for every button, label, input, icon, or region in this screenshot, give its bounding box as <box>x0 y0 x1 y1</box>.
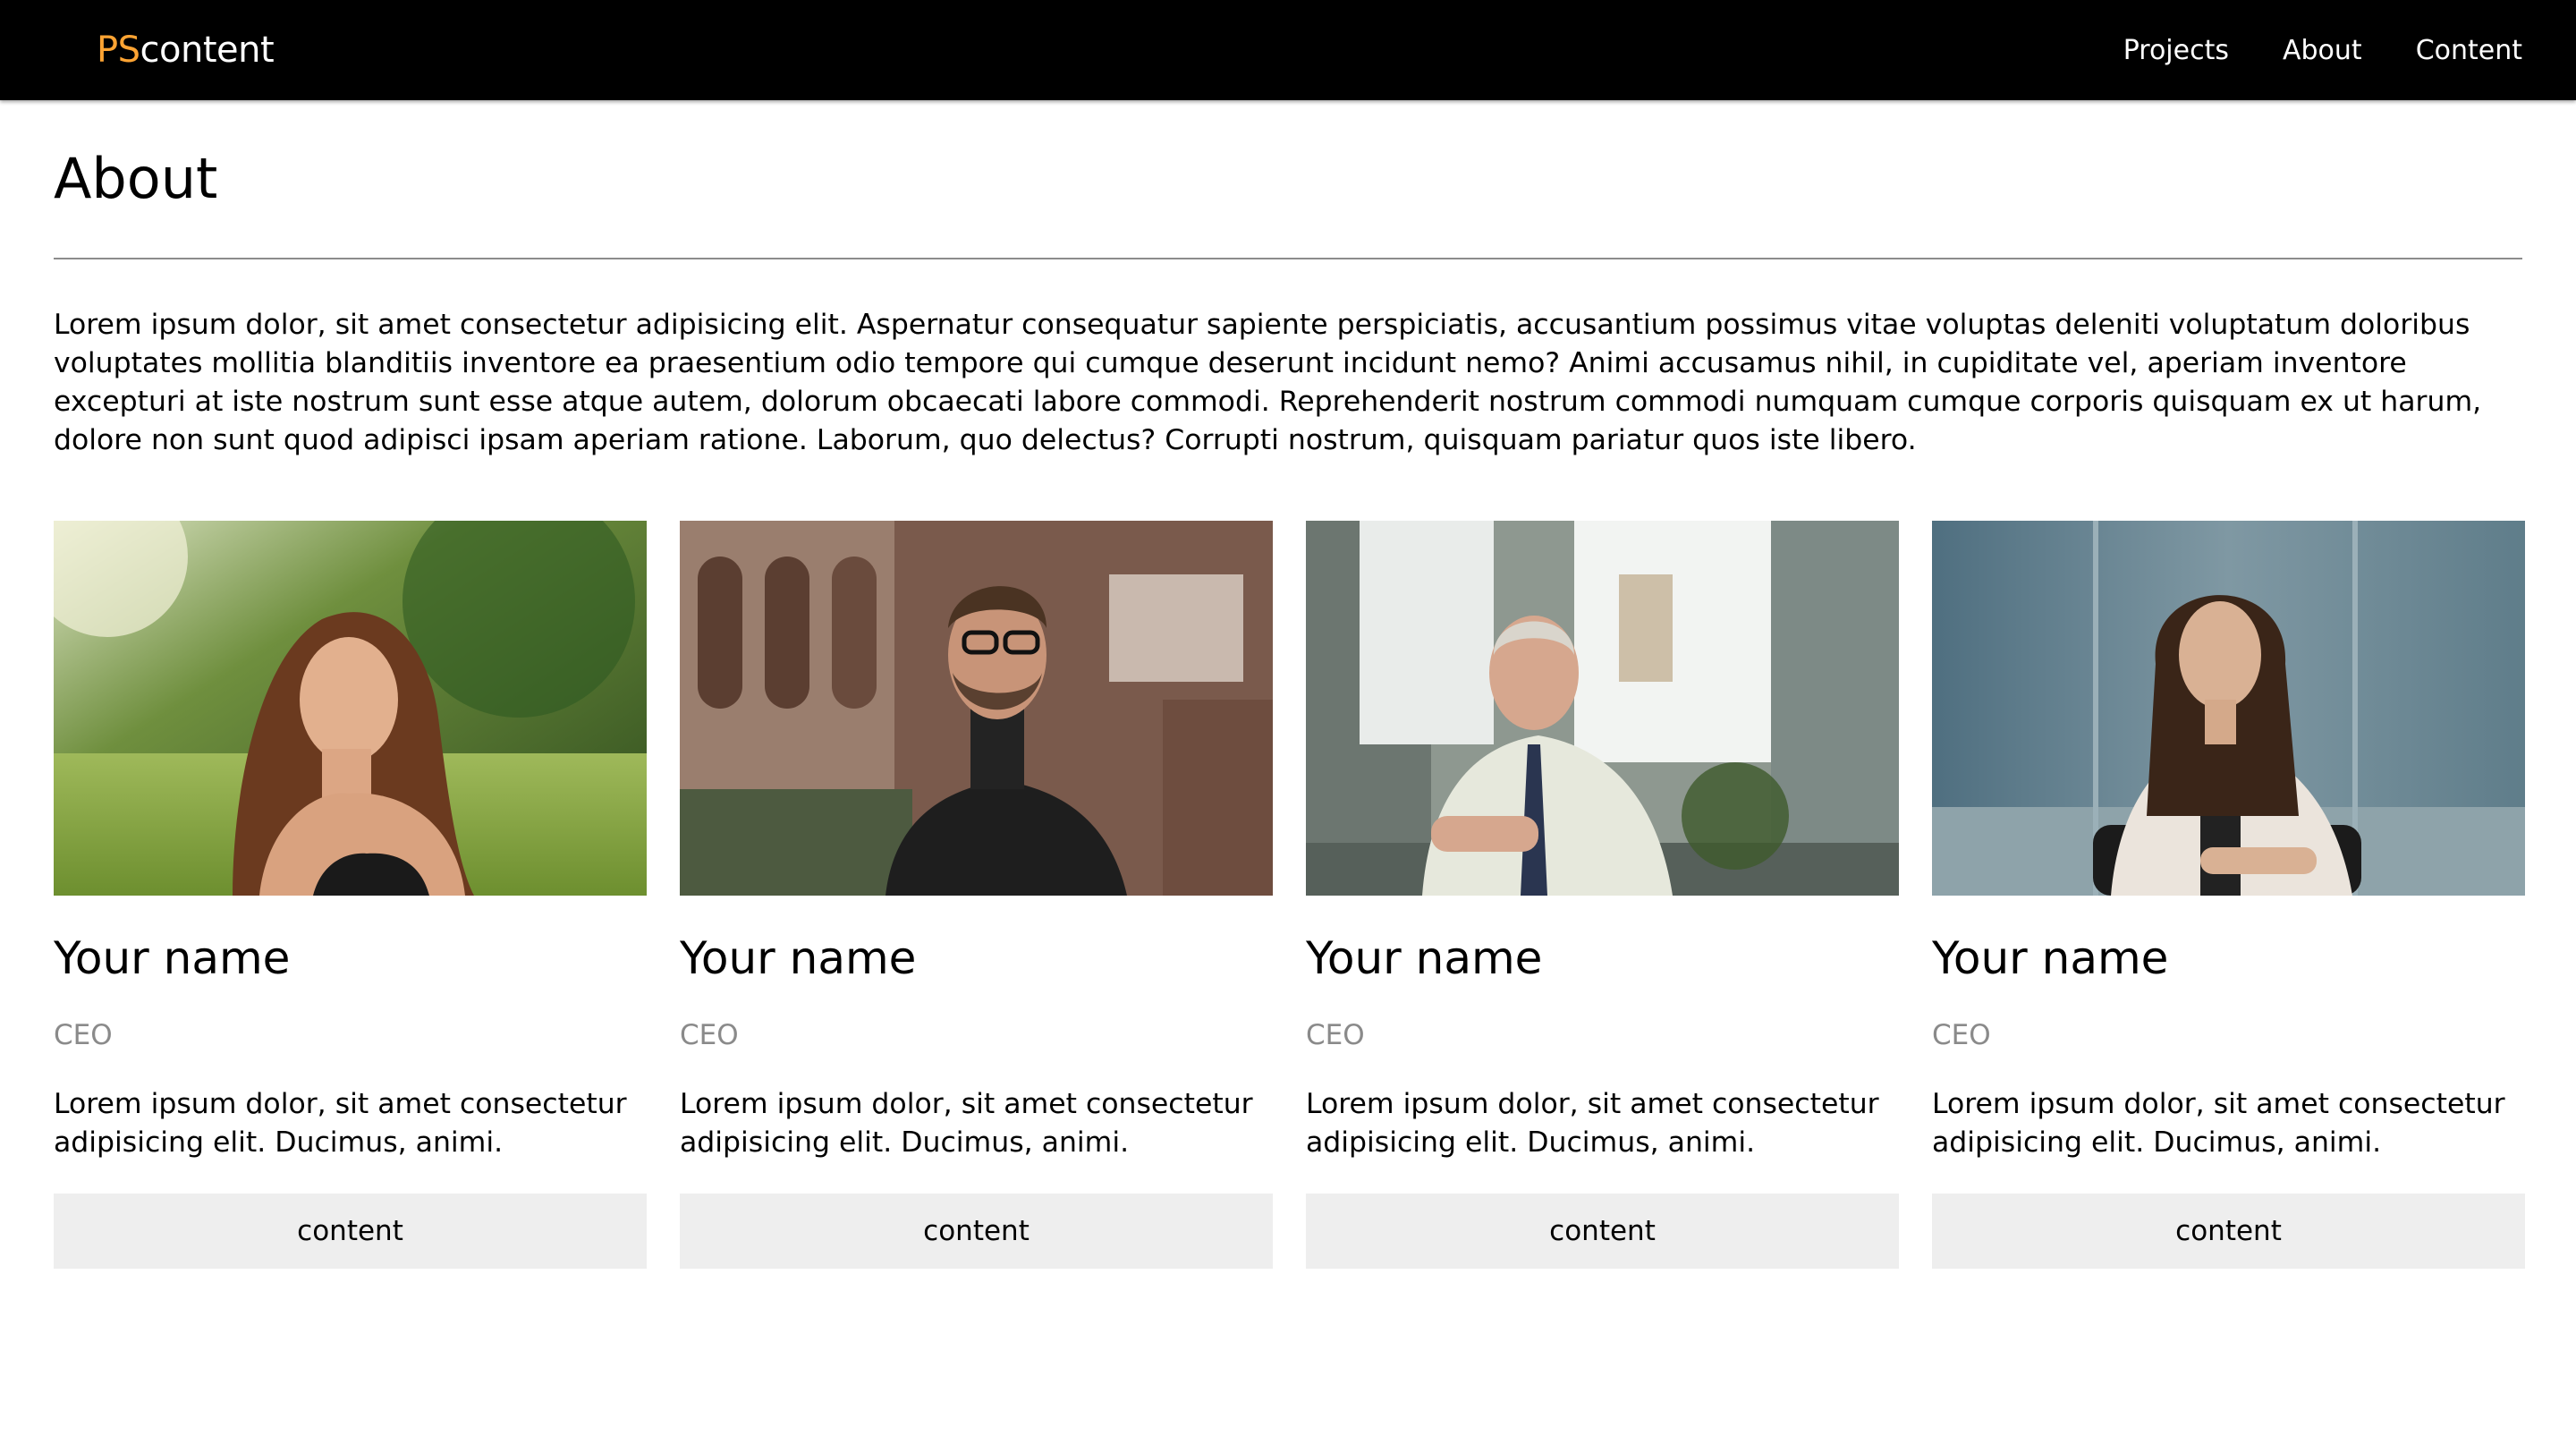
member-bio: Lorem ipsum dolor, sit amet consectetur … <box>680 1088 1253 1159</box>
content-button[interactable]: content <box>1306 1194 1899 1269</box>
nav-link-content[interactable]: Content <box>2416 35 2522 66</box>
team-card: Your name CEO Lorem ipsum dolor, sit ame… <box>680 521 1273 1269</box>
member-bio: Lorem ipsum dolor, sit amet consectetur … <box>54 1088 627 1159</box>
content-button[interactable]: content <box>1932 1194 2525 1269</box>
nav-links: Projects About Content <box>2123 35 2522 66</box>
brand-accent: PS <box>97 30 140 71</box>
member-name: Your name <box>680 932 917 984</box>
member-name: Your name <box>1306 932 1543 984</box>
member-name: Your name <box>1932 932 2169 984</box>
page-title: About <box>54 146 218 211</box>
team-photo <box>1306 521 1899 896</box>
team-photo <box>1932 521 2525 896</box>
top-navbar: PScontent Projects About Content <box>0 0 2576 100</box>
member-role: CEO <box>1306 1019 1365 1051</box>
title-divider <box>54 258 2522 259</box>
member-role: CEO <box>680 1019 739 1051</box>
member-role: CEO <box>1932 1019 1991 1051</box>
member-bio: Lorem ipsum dolor, sit amet consectetur … <box>1306 1088 1879 1159</box>
brand-text: content <box>140 30 275 71</box>
team-card: Your name CEO Lorem ipsum dolor, sit ame… <box>1306 521 1899 1269</box>
team-grid: Your name CEO Lorem ipsum dolor, sit ame… <box>54 521 2525 1269</box>
content-button[interactable]: content <box>680 1194 1273 1269</box>
nav-link-projects[interactable]: Projects <box>2123 35 2229 66</box>
content-button[interactable]: content <box>54 1194 647 1269</box>
member-name: Your name <box>54 932 291 984</box>
main-content: About Lorem ipsum dolor, sit amet consec… <box>54 100 2525 1269</box>
team-photo <box>54 521 647 896</box>
brand-logo[interactable]: PScontent <box>97 30 275 71</box>
team-photo <box>680 521 1273 896</box>
team-card: Your name CEO Lorem ipsum dolor, sit ame… <box>54 521 647 1269</box>
member-role: CEO <box>54 1019 113 1051</box>
nav-link-about[interactable]: About <box>2283 35 2362 66</box>
intro-paragraph: Lorem ipsum dolor, sit amet consectetur … <box>54 309 2482 456</box>
team-card: Your name CEO Lorem ipsum dolor, sit ame… <box>1932 521 2525 1269</box>
member-bio: Lorem ipsum dolor, sit amet consectetur … <box>1932 1088 2505 1159</box>
